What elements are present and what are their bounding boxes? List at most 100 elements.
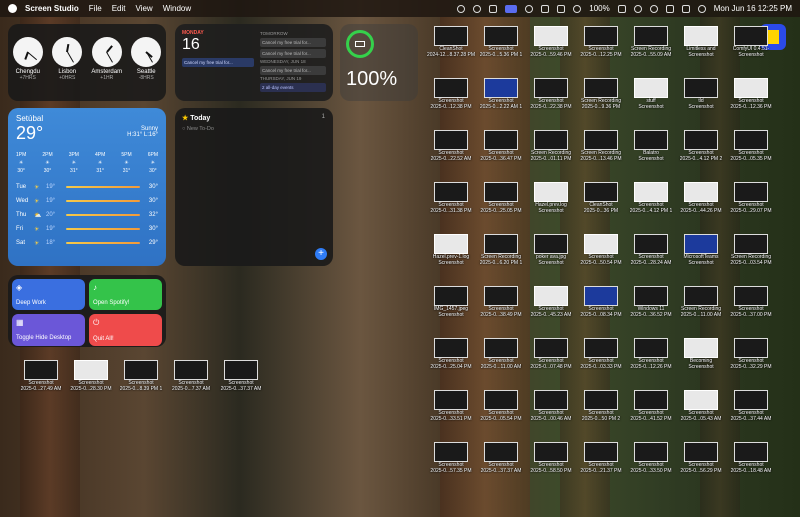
desktop-file[interactable]: tld Screenshot xyxy=(675,78,727,110)
desktop-file[interactable]: Hazel.prev.log Screenshot xyxy=(525,182,577,214)
desktop-file[interactable]: Screenshot 2025-0...8.39 PM 1 xyxy=(115,360,167,392)
menu-app-name[interactable]: Screen Studio xyxy=(25,4,79,13)
desktop-file[interactable]: Screen Recording 2025-0...01.11 PM xyxy=(525,130,577,162)
desktop-file[interactable]: CleanShot 2025-0...36 PM xyxy=(575,182,627,214)
desktop-file[interactable]: Screenshot 2025-0...05.43 AM xyxy=(675,390,727,422)
desktop-file[interactable]: Screenshot 2025-0...28.30 PM xyxy=(65,360,117,392)
desktop-file[interactable]: Screenshot 2025-0...05.54 PM xyxy=(475,390,527,422)
desktop-file[interactable]: Screenshot 2025-0...12.36 PM xyxy=(725,78,777,110)
battery-percent[interactable]: 100% xyxy=(589,4,609,13)
desktop-file[interactable]: Screenshot 2025-0...50 PM 2 xyxy=(575,390,627,422)
desktop-file[interactable]: Screenshot 2025-0...12.25 PM xyxy=(575,26,627,58)
desktop-file[interactable]: Screenshot 2025-0...37.44 AM xyxy=(725,390,777,422)
desktop-file[interactable]: Screenshot 2025-0...08.34 PM xyxy=(575,286,627,318)
desktop-file[interactable]: Screen Recording 2025-0...13.46 PM xyxy=(575,130,627,162)
apple-icon[interactable] xyxy=(8,4,17,13)
desktop-file[interactable]: IMG_1457.jpeg Screenshot xyxy=(425,286,477,318)
shortcut-toggle-hide-desktop[interactable]: ▦ Toggle Hide Desktop xyxy=(12,314,85,346)
desktop-file[interactable]: Screenshot 2025-0...25.05 PM xyxy=(475,182,527,214)
desktop-file[interactable]: Screenshot 2025-0...2.22 AM 1 xyxy=(475,78,527,110)
calendar-event[interactable]: Cancel my free trial for... xyxy=(182,58,254,67)
desktop-file[interactable]: Screenshot 2025-0...11.00 AM xyxy=(475,338,527,370)
desktop-file[interactable]: Hazel.prev-1.log Screenshot xyxy=(425,234,477,266)
keyboard-icon[interactable] xyxy=(557,4,566,13)
siri-icon[interactable] xyxy=(697,4,706,13)
play-icon[interactable] xyxy=(633,4,642,13)
weather-widget[interactable]: Setúbal 29° Sunny H:31° L:16° 1PM ☀ 30° 2P… xyxy=(8,108,166,266)
desktop-file[interactable]: Screenshot 2025-0...44.26 PM xyxy=(675,182,727,214)
battery-icon[interactable] xyxy=(617,4,626,13)
screen-studio-icon[interactable] xyxy=(505,4,518,13)
calendar-event[interactable]: Cancel my free trial for... xyxy=(260,38,326,47)
desktop-file[interactable]: Screenshot 2025-0...00.46 AM xyxy=(525,390,577,422)
chatgpt-icon[interactable] xyxy=(525,4,534,13)
desktop-file[interactable]: Screenshot 2025-0...36.47 PM xyxy=(475,130,527,162)
reminders-widget[interactable]: Today 1 ○ New To-Do + xyxy=(175,108,333,266)
desktop-file[interactable]: Screen Recording 2025-0...9.36 PM xyxy=(575,78,627,110)
battery-widget[interactable]: 100% xyxy=(340,24,418,101)
desktop-file[interactable]: Screenshot 2025-0...41.52 PM xyxy=(625,390,677,422)
desktop-file[interactable]: Screenshot 2025-0...31.38 PM xyxy=(425,182,477,214)
desktop-file[interactable]: Becoming Screenshot xyxy=(675,338,727,370)
desktop-file[interactable]: Screenshot 2025-0...4.12 PM 1 xyxy=(625,182,677,214)
menu-clock[interactable]: Mon Jun 16 12:25 PM xyxy=(714,4,792,13)
desktop-file[interactable]: Screenshot 2025-0...59.46 PM xyxy=(525,26,577,58)
desktop-file[interactable]: Screenshot 2025-0...58.50 PM xyxy=(525,442,577,474)
shortcut-deep-work[interactable]: ◈ Deep Work xyxy=(12,279,85,310)
wifi-icon[interactable] xyxy=(573,4,582,13)
desktop-file[interactable]: Screenshot 2025-0...29.07 PM xyxy=(725,182,777,214)
desktop-file[interactable]: stuff Screenshot xyxy=(625,78,677,110)
desktop-file[interactable]: Screenshot 2025-0...07.48 PM xyxy=(525,338,577,370)
desktop-file[interactable]: Screenshot 2025-0...21.37 PM xyxy=(575,442,627,474)
desktop-file[interactable]: Screenshot 2025-0...37.37 AM xyxy=(215,360,267,392)
search-icon[interactable] xyxy=(665,4,674,13)
desktop-file[interactable]: Screenshot 2025-0...03.33 PM xyxy=(575,338,627,370)
desktop-file[interactable]: Screenshot 2025-0...22.38 PM xyxy=(525,78,577,110)
desktop-file[interactable]: Screenshot 2025-0...37.37 AM xyxy=(475,442,527,474)
focus-icon[interactable] xyxy=(649,4,658,13)
desktop-file[interactable]: Screenshot 2025-0...5.36 PM 1 xyxy=(475,26,527,58)
calendar-event[interactable]: Cancel my free trial for... xyxy=(260,49,326,58)
text-icon[interactable] xyxy=(541,4,550,13)
desktop-file[interactable]: Limitless and Screenshot xyxy=(675,26,727,58)
desktop-file[interactable]: Screenshot 2025-0...33.51 PM xyxy=(425,390,477,422)
desktop-file[interactable]: Screenshot 2025-0...12.38 PM xyxy=(425,78,477,110)
desktop-file[interactable]: poker ava.jpg Screenshot xyxy=(525,234,577,266)
add-reminder-button[interactable]: + xyxy=(315,248,327,260)
desktop-file[interactable]: Screenshot 2025-0...33.50 PM xyxy=(625,442,677,474)
menu-window[interactable]: Window xyxy=(163,4,191,13)
desktop-file[interactable]: Screenshot 2025-0...27.49 AM xyxy=(15,360,67,392)
desktop-file[interactable]: Screenshot 2025-0...56.29 PM xyxy=(675,442,727,474)
desktop-file[interactable]: Screenshot 2025-0...05.35 PM xyxy=(725,130,777,162)
desktop-file[interactable]: Screenshot 2025-0...4.12 PM 2 xyxy=(675,130,727,162)
desktop-file[interactable]: Screenshot 2025-0...32.29 PM xyxy=(725,338,777,370)
menu-edit[interactable]: Edit xyxy=(112,4,126,13)
desktop-file[interactable]: Screenshot 2025-0...28.24 AM xyxy=(625,234,677,266)
desktop-file[interactable]: Screen Recording 2025-0...6.20 PM 1 xyxy=(475,234,527,266)
shortcut-quit-all[interactable]: ⏻ Quit All! xyxy=(89,314,162,346)
menu-file[interactable]: File xyxy=(89,4,102,13)
desktop-file[interactable]: MicrosoftTeams Screenshot xyxy=(675,234,727,266)
control-center-icon[interactable] xyxy=(681,4,690,13)
desktop-file[interactable]: Screenshot 2025-0...22.52 AM xyxy=(425,130,477,162)
desktop-file[interactable]: Screenshot 2025-0...57.35 PM xyxy=(425,442,477,474)
desktop-file[interactable]: Screenshot 2025-0...38.49 PM xyxy=(475,286,527,318)
shortcut-open-spotify[interactable]: ♪ Open Spotify! xyxy=(89,279,162,310)
calendar-widget[interactable]: MONDAY 16 Cancel my free trial for... TO… xyxy=(175,24,333,101)
reminder-item[interactable]: ○ New To-Do xyxy=(182,126,326,132)
world-clock-widget[interactable]: Chengdu +7HRS Lisbon +0HRS Amsterdam +1H… xyxy=(8,24,166,101)
desktop-file[interactable]: CleanShot 2024-12...8.37.28 PM xyxy=(425,26,477,58)
calendar-event[interactable]: Cancel my free trial for... xyxy=(260,66,326,75)
desktop-file[interactable]: Screen Recording 2025-0...03.54 PM xyxy=(725,234,777,266)
desktop-file[interactable]: Screenshot 2025-0...25.04 PM xyxy=(425,338,477,370)
desktop-file[interactable]: Screenshot 2025-0...12.26 PM xyxy=(625,338,677,370)
desktop-file[interactable]: Screenshot 2025-0...45.23 AM xyxy=(525,286,577,318)
menu-view[interactable]: View xyxy=(135,4,152,13)
desktop-file[interactable]: Screenshot 2025-0...50.54 PM xyxy=(575,234,627,266)
shortcuts-icon[interactable] xyxy=(473,4,482,13)
desktop-file[interactable]: Screenshot 2025-0...18.48 AM xyxy=(725,442,777,474)
desktop-file[interactable]: Screen Recording 2025-0...55.09 AM xyxy=(625,26,677,58)
desktop-file[interactable]: ComfyUI 0.4.51- Screenshot xyxy=(725,26,777,58)
desktop-file[interactable]: Balatro Screenshot xyxy=(625,130,677,162)
clipboard-icon[interactable] xyxy=(489,4,498,13)
